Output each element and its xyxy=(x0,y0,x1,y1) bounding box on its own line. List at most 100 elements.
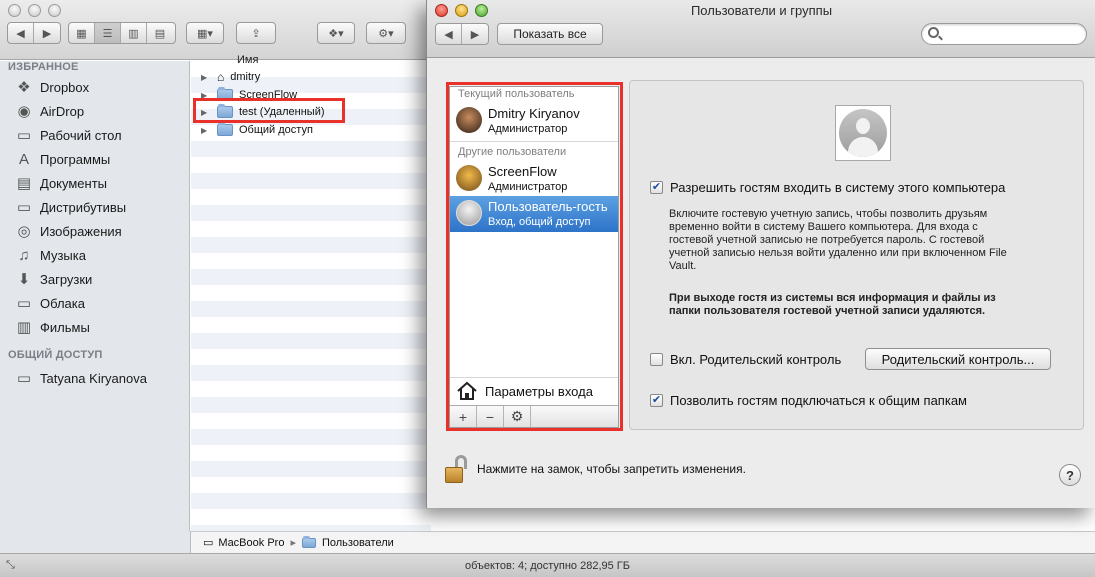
lock-text: Нажмите на замок, чтобы запретить измене… xyxy=(477,462,746,476)
icon-view-icon[interactable]: ▦ xyxy=(69,23,95,43)
finder-close-button[interactable] xyxy=(8,4,21,17)
gear-icon: ⚙▾ xyxy=(378,27,394,40)
path-disk[interactable]: MacBook Pro xyxy=(218,537,284,549)
prefs-titlebar: Пользователи и группы ◀ ▶ Показать все xyxy=(427,0,1095,58)
sidebar-item-music[interactable]: ♫ Музыка xyxy=(14,244,86,266)
folder-icon xyxy=(301,535,316,548)
guest-description: Включите гостевую учетную запись, чтобы … xyxy=(669,208,1007,272)
back-arrow-icon[interactable]: ◀ xyxy=(436,24,462,44)
sidebar-item-clouds[interactable]: ▭ Облака xyxy=(14,292,85,314)
forward-arrow-icon[interactable]: ▶ xyxy=(462,24,488,44)
coverflow-view-icon[interactable]: ▤ xyxy=(147,23,173,43)
path-bar: ▭ MacBook Pro ▸ Пользователи xyxy=(191,531,1095,553)
sidebar-bottom xyxy=(0,531,191,553)
file-name: Общий доступ xyxy=(239,124,313,136)
sidebar-item-label: Дистрибутивы xyxy=(40,199,127,215)
sidebar-item-movies[interactable]: ▥ Фильмы xyxy=(14,316,90,338)
allow-guests-label[interactable]: Разрешить гостям входить в систему этого… xyxy=(670,180,1005,195)
desktop-icon: ▭ xyxy=(16,127,32,144)
dropbox-toolbar-button[interactable]: ❖▾ xyxy=(317,22,355,44)
movies-icon: ▥ xyxy=(16,319,32,336)
lock-area: Нажмите на замок, чтобы запретить измене… xyxy=(445,455,746,483)
help-button[interactable]: ? xyxy=(1059,464,1081,486)
sidebar-item-label: Dropbox xyxy=(40,79,90,95)
search-icon xyxy=(928,27,939,38)
guest-settings-panel: ✔ Разрешить гостям входить в систему это… xyxy=(629,80,1084,430)
dropbox-icon: ❖▾ xyxy=(328,27,344,40)
shared-folders-checkbox[interactable]: ✔ xyxy=(650,394,663,407)
parental-controls-button[interactable]: Родительский контроль... xyxy=(865,348,1051,370)
sidebar-item-label: Музыка xyxy=(40,247,86,263)
status-bar: ⤡ объектов: 4; доступно 282,95 ГБ xyxy=(0,553,1095,577)
sidebar-item-tatyana[interactable]: ▭ Tatyana Kiryanova xyxy=(14,367,147,389)
folder-icon: ▭ xyxy=(16,199,32,216)
finder-sidebar: ИЗБРАННОЕ ❖ Dropbox ◉ AirDrop ▭ Рабочий … xyxy=(0,61,190,531)
sidebar-item-documents[interactable]: ▤ Документы xyxy=(14,172,107,194)
folder-icon: ▭ xyxy=(16,295,32,312)
sidebar-item-airdrop[interactable]: ◉ AirDrop xyxy=(14,100,84,122)
disclosure-triangle-icon[interactable]: ▶ xyxy=(201,126,211,135)
folder-icon xyxy=(217,122,233,136)
lock-icon[interactable] xyxy=(445,455,467,483)
file-name: dmitry xyxy=(230,71,261,83)
sidebar-item-label: Фильмы xyxy=(40,319,90,335)
back-arrow-icon[interactable]: ◀ xyxy=(8,23,34,43)
computer-icon: ▭ xyxy=(16,370,32,387)
status-text: объектов: 4; доступно 282,95 ГБ xyxy=(465,559,630,572)
users-groups-window: Пользователи и группы ◀ ▶ Показать все Т… xyxy=(426,0,1095,508)
disclosure-triangle-icon[interactable]: ▶ xyxy=(201,73,211,82)
downloads-icon: ⬇ xyxy=(17,271,31,288)
finder-back-forward[interactable]: ◀ ▶ xyxy=(7,22,61,44)
view-mode-selector[interactable]: ▦ ☰ ▥ ▤ xyxy=(68,22,176,44)
path-folder[interactable]: Пользователи xyxy=(322,537,394,549)
parental-controls-checkbox[interactable] xyxy=(650,353,663,366)
search-field[interactable] xyxy=(921,23,1087,45)
sidebar-item-distributives[interactable]: ▭ Дистрибутивы xyxy=(14,196,126,218)
sidebar-item-label: Программы xyxy=(40,151,111,167)
guest-user-icon xyxy=(839,109,887,157)
sidebar-item-pictures[interactable]: ◎ Изображения xyxy=(14,220,122,242)
file-row-dmitry[interactable]: ▶ ⌂ dmitry xyxy=(201,69,260,85)
sidebar-item-desktop[interactable]: ▭ Рабочий стол xyxy=(14,124,122,146)
guest-picture[interactable] xyxy=(835,105,891,161)
sidebar-item-applications[interactable]: A Программы xyxy=(14,148,110,170)
sidebar-item-downloads[interactable]: ⬇ Загрузки xyxy=(14,268,93,290)
airdrop-icon: ◉ xyxy=(17,103,31,120)
parental-controls-label[interactable]: Вкл. Родительский контроль xyxy=(670,352,841,367)
allow-guests-checkbox[interactable]: ✔ xyxy=(650,181,663,194)
finder-minimize-button[interactable] xyxy=(28,4,41,17)
applications-icon: A xyxy=(18,150,29,168)
home-folder-icon: ⌂ xyxy=(217,70,225,84)
shared-header: ОБЩИЙ ДОСТУП xyxy=(8,349,103,361)
highlight-user-list xyxy=(446,82,623,431)
finder-zoom-button[interactable] xyxy=(48,4,61,17)
highlight-test-folder xyxy=(193,98,345,123)
window-title: Пользователи и группы xyxy=(690,3,833,18)
file-row-shared[interactable]: ▶ Общий доступ xyxy=(201,122,313,138)
disk-icon: ▭ xyxy=(203,537,214,549)
arrange-icon: ▦▾ xyxy=(197,27,213,40)
sidebar-item-label: Облака xyxy=(40,295,85,311)
column-header-name[interactable]: Имя xyxy=(237,54,258,66)
action-button[interactable]: ⚙▾ xyxy=(366,22,406,44)
arrange-button[interactable]: ▦▾ xyxy=(186,22,224,44)
sidebar-item-dropbox[interactable]: ❖ Dropbox xyxy=(14,76,89,98)
prefs-back-forward[interactable]: ◀ ▶ xyxy=(435,23,489,45)
column-view-icon[interactable]: ▥ xyxy=(121,23,147,43)
forward-arrow-icon[interactable]: ▶ xyxy=(34,23,60,43)
shared-folders-label[interactable]: Позволить гостям подключаться к общим па… xyxy=(670,393,967,408)
resize-icon[interactable]: ⤡ xyxy=(6,559,15,572)
file-list: Имя ▶ ⌂ dmitry ▶ ScreenFlow ▶ test (Удал… xyxy=(191,54,431,531)
sidebar-item-label: Документы xyxy=(40,175,108,191)
list-view-icon[interactable]: ☰ xyxy=(95,23,121,43)
sidebar-item-label: Изображения xyxy=(40,223,122,239)
share-button[interactable]: ⇪ xyxy=(236,22,276,44)
checkmark-icon: ✔ xyxy=(651,181,662,193)
show-all-button[interactable]: Показать все xyxy=(497,23,603,45)
dropbox-icon: ❖ xyxy=(17,79,31,96)
share-icon: ⇪ xyxy=(251,27,261,40)
sidebar-item-label: Рабочий стол xyxy=(40,127,122,143)
checkmark-icon: ✔ xyxy=(651,394,662,406)
sidebar-item-label: Tatyana Kiryanova xyxy=(40,370,147,386)
guest-warning: При выходе гостя из системы вся информац… xyxy=(669,292,996,317)
